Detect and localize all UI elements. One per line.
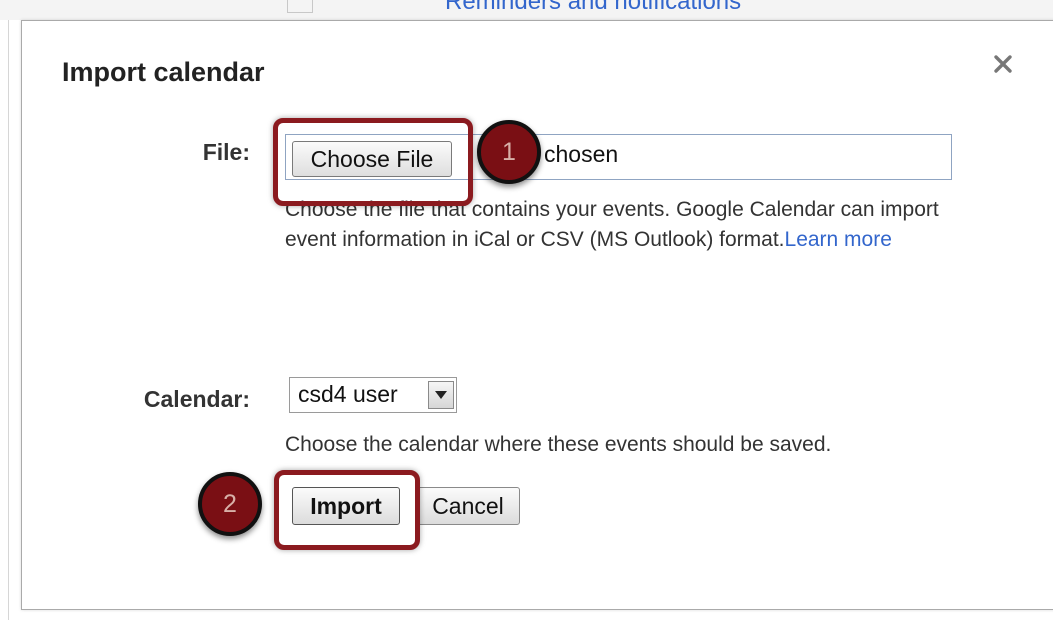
import-button[interactable]: Import xyxy=(292,487,400,525)
dialog-title: Import calendar xyxy=(62,57,265,87)
close-icon-glyph xyxy=(994,55,1012,73)
file-status-text: chosen xyxy=(544,141,619,167)
file-help-text: Choose the file that contains your event… xyxy=(285,195,995,255)
step-1-badge: 1 xyxy=(477,120,541,184)
chevron-down-icon[interactable] xyxy=(428,381,454,409)
cancel-button[interactable]: Cancel xyxy=(416,487,520,525)
close-icon[interactable] xyxy=(990,51,1016,77)
page: Reminders and notifications Import calen… xyxy=(0,0,1053,620)
background-divider xyxy=(8,20,9,620)
calendar-help-text: Choose the calendar where these events s… xyxy=(285,433,832,456)
chevron-down-glyph xyxy=(435,391,447,399)
calendar-select-value: csd4 user xyxy=(298,381,398,407)
step-2-badge: 2 xyxy=(198,472,262,536)
learn-more-link[interactable]: Learn more xyxy=(785,228,892,251)
import-calendar-dialog: Import calendar xyxy=(21,20,1053,610)
calendar-label: Calendar: xyxy=(143,386,250,412)
background-reminders-link[interactable]: Reminders and notifications xyxy=(445,0,741,16)
calendar-select[interactable]: csd4 user xyxy=(289,377,457,413)
background-checkbox-fragment xyxy=(287,0,313,13)
file-label: File: xyxy=(202,139,250,165)
choose-file-button[interactable]: Choose File xyxy=(292,141,452,177)
